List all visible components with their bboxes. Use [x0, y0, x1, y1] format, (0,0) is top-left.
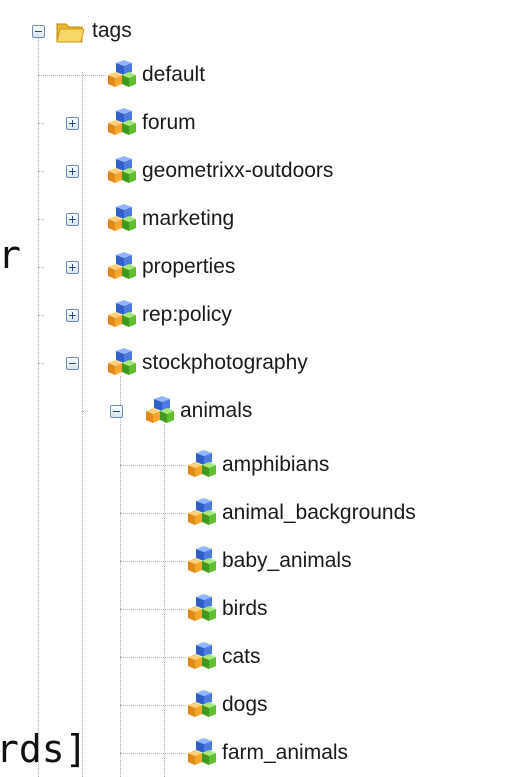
tree-node-farm-animals[interactable]: farm_animals: [120, 736, 514, 770]
tree-node-forum[interactable]: forum: [38, 106, 484, 140]
tag-node-icon: [186, 546, 218, 576]
tree-node-label: farm_animals: [222, 741, 349, 764]
tree-connector: [38, 75, 106, 76]
collapse-toggle[interactable]: [66, 357, 79, 370]
expand-toggle[interactable]: [66, 117, 79, 130]
tree-connector: [120, 513, 186, 514]
tree-node-label: forum: [142, 111, 196, 134]
tree-connector: [120, 609, 186, 610]
tree-node-label: dogs: [222, 693, 268, 716]
tree-connector: [38, 171, 44, 172]
tree-connector: [120, 561, 186, 562]
tree-node-label: animal_backgrounds: [222, 501, 416, 524]
tag-node-icon: [106, 300, 138, 330]
tree-node-animals[interactable]: animals: [82, 394, 514, 428]
collapse-toggle[interactable]: [32, 25, 45, 38]
tag-node-icon: [106, 204, 138, 234]
tree-node-label: animals: [180, 399, 253, 422]
tree-node-amphibians[interactable]: amphibians: [120, 448, 514, 482]
tree-node-label: birds: [222, 597, 268, 620]
tree-connector: [38, 363, 44, 364]
tree-connector: [120, 465, 186, 466]
tree-node-properties[interactable]: properties: [38, 250, 484, 284]
expand-toggle[interactable]: [66, 309, 79, 322]
tree-node-baby-animals[interactable]: baby_animals: [120, 544, 514, 578]
folder-open-icon: [54, 16, 86, 46]
tree-connector: [38, 123, 44, 124]
tag-node-icon: [186, 450, 218, 480]
tree-connector: [38, 315, 44, 316]
tag-node-icon: [186, 642, 218, 672]
tree-node-tags[interactable]: tags: [30, 14, 230, 48]
tag-node-icon: [186, 690, 218, 720]
tag-node-icon: [186, 738, 218, 768]
tag-node-icon: [106, 252, 138, 282]
tree-node-label: stockphotography: [142, 351, 308, 374]
tree-node-geometrixx-outdoors[interactable]: geometrixx-outdoors: [38, 154, 484, 188]
tree-connector: [38, 267, 44, 268]
tree-node-stockphotography[interactable]: stockphotography: [38, 346, 484, 380]
tree-node-label: marketing: [142, 207, 235, 230]
tree-node-label: geometrixx-outdoors: [142, 159, 334, 182]
collapse-toggle[interactable]: [110, 405, 123, 418]
tree-node-label: tags: [92, 19, 132, 42]
tree-node-default[interactable]: default: [38, 58, 484, 92]
tree-connector: [82, 411, 88, 412]
tag-node-icon: [106, 108, 138, 138]
tree-node-label: default: [142, 63, 206, 86]
tree-guide-level2: [120, 376, 121, 777]
tag-node-icon: [106, 156, 138, 186]
tree-node-label: amphibians: [222, 453, 330, 476]
expand-toggle[interactable]: [66, 261, 79, 274]
tree-node-label: baby_animals: [222, 549, 352, 572]
tree-node-label: properties: [142, 255, 236, 278]
tree-connector: [120, 657, 186, 658]
tag-node-icon: [186, 498, 218, 528]
tree-node-rep-policy[interactable]: rep:policy: [38, 298, 484, 332]
tree-connector: [38, 219, 44, 220]
tag-node-icon: [186, 594, 218, 624]
tree-connector: [120, 753, 186, 754]
tag-node-icon: [144, 396, 176, 426]
tree-node-label: cats: [222, 645, 261, 668]
tree-connector: [120, 705, 186, 706]
expand-toggle[interactable]: [66, 213, 79, 226]
tree-node-label: rep:policy: [142, 303, 232, 326]
tree-node-birds[interactable]: birds: [120, 592, 514, 626]
tree-guide-root: [38, 30, 39, 777]
tag-node-icon: [106, 348, 138, 378]
tree-node-dogs[interactable]: dogs: [120, 688, 514, 722]
tag-tree: tags default forum geometrixx-outdoors mark…: [0, 0, 514, 777]
tree-node-animal-backgrounds[interactable]: animal_backgrounds: [120, 496, 514, 530]
tree-node-marketing[interactable]: marketing: [38, 202, 484, 236]
expand-toggle[interactable]: [66, 165, 79, 178]
tag-node-icon: [106, 60, 138, 90]
tree-node-cats[interactable]: cats: [120, 640, 514, 674]
